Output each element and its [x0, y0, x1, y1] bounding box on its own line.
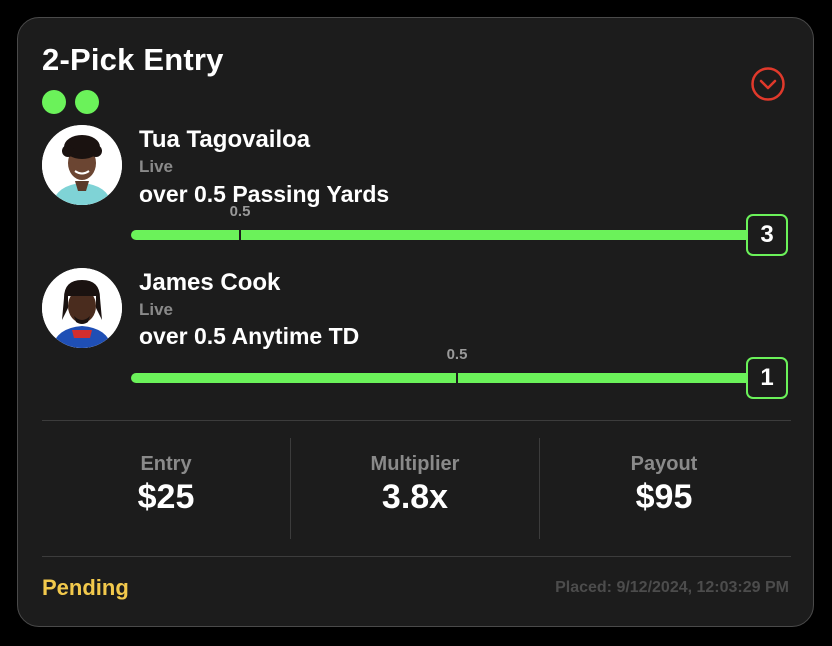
pick-status-dot — [75, 90, 99, 114]
player-name: Tua Tagovailoa — [139, 126, 311, 153]
pick-line: over 0.5 Passing Yards — [139, 181, 390, 207]
pick-status: Live — [139, 300, 174, 319]
payout-label: Payout — [630, 453, 698, 475]
player-avatar — [42, 125, 122, 205]
multiplier-value: 3.8x — [381, 478, 449, 516]
player-avatar — [42, 268, 122, 348]
current-value-box: 3 — [746, 214, 788, 256]
pick-line: over 0.5 Anytime TD — [139, 323, 360, 349]
payout-stat: Payout $95 — [540, 438, 788, 517]
divider — [42, 556, 791, 557]
multiplier-label: Multiplier — [370, 453, 460, 475]
entry-title: 2-Pick Entry — [42, 42, 224, 77]
entry-status: Pending — [42, 575, 129, 600]
entry-label: Entry — [140, 453, 192, 475]
chevron-down-circle-icon[interactable] — [751, 67, 785, 101]
divider — [42, 420, 791, 421]
player-name: James Cook — [139, 269, 281, 296]
threshold-marker — [239, 226, 241, 244]
multiplier-stat: Multiplier 3.8x — [291, 438, 539, 517]
pick-status-dot — [42, 90, 66, 114]
entry-stat: Entry $25 — [42, 438, 290, 517]
player-headshot-icon — [42, 125, 122, 205]
current-value-box: 1 — [746, 357, 788, 399]
player-headshot-icon — [42, 268, 122, 348]
entry-card: 2-Pick Entry Tua Tagovailoa Live over 0.… — [17, 17, 814, 627]
payout-value: $95 — [635, 478, 693, 516]
pick-status: Live — [139, 157, 174, 176]
pick-status-dots — [42, 90, 99, 114]
progress-bar — [131, 369, 751, 387]
threshold-label: 0.5 — [446, 346, 468, 363]
progress-bar — [131, 226, 751, 244]
entry-value: $25 — [137, 478, 195, 516]
placed-timestamp: Placed: 9/12/2024, 12:03:29 PM — [555, 579, 789, 596]
threshold-label: 0.5 — [229, 203, 251, 220]
threshold-marker — [456, 369, 458, 387]
